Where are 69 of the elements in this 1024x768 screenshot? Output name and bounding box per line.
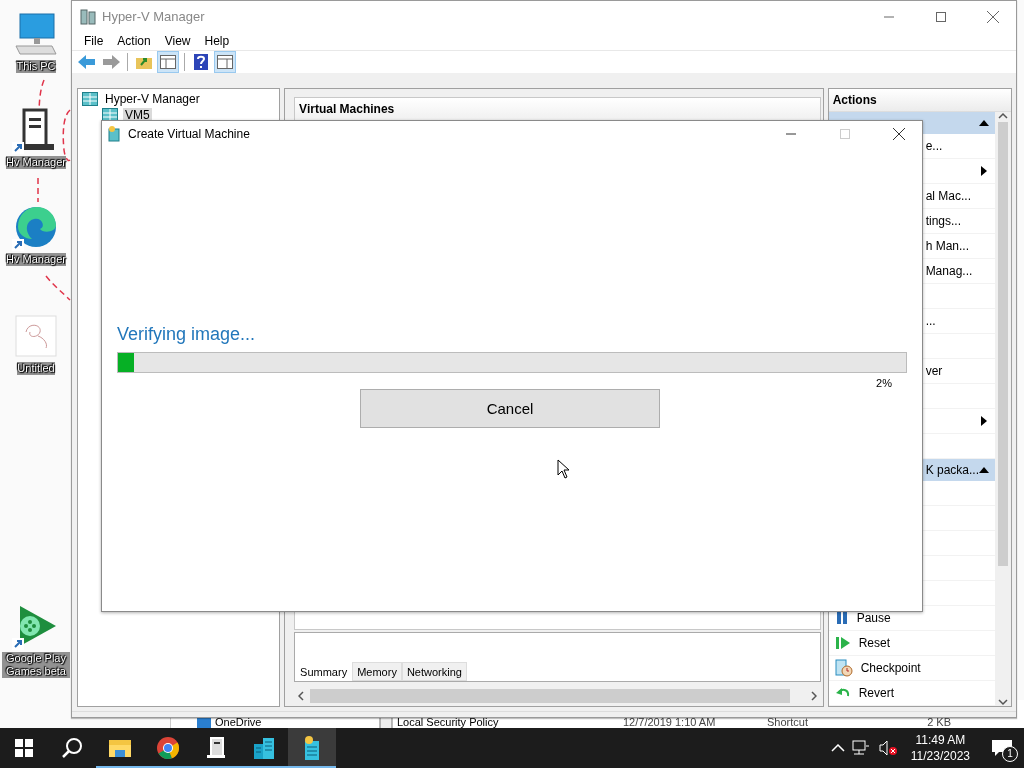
panel-icon — [160, 55, 176, 69]
network-icon[interactable] — [851, 740, 870, 756]
dashed-line — [36, 176, 40, 204]
buildings-icon — [252, 736, 276, 760]
chevron-up-icon[interactable] — [830, 744, 845, 752]
notification-button[interactable]: 1 — [980, 728, 1024, 768]
folder-icon — [108, 738, 132, 758]
server-icon — [204, 736, 228, 760]
dashed-line — [44, 274, 72, 302]
browser-icon — [156, 736, 180, 760]
reset-icon — [834, 636, 851, 650]
scroll-up-icon[interactable] — [998, 112, 1008, 120]
close-icon — [987, 10, 999, 23]
file-date: 12/7/2019 1:10 AM — [623, 717, 717, 728]
window-title: Hyper-V Manager — [102, 9, 206, 24]
panel-icon — [217, 55, 233, 69]
forward-arrow-icon — [102, 55, 120, 69]
menu-item[interactable]: View — [157, 32, 198, 50]
console-tree-button[interactable] — [157, 51, 179, 73]
shortcut-arrow-icon — [12, 239, 24, 251]
taskbar-app-button[interactable] — [288, 728, 336, 768]
tree-item[interactable]: Hyper-V Manager — [103, 92, 202, 106]
collapse-icon — [979, 467, 989, 473]
details-tab[interactable]: Memory — [352, 662, 402, 681]
file-name[interactable]: Local Security Policy — [397, 717, 619, 728]
action-pane-button[interactable] — [214, 51, 236, 73]
submenu-arrow-icon[interactable] — [981, 416, 987, 426]
pane-title: Virtual Machines — [294, 97, 821, 121]
pane-command[interactable]: Checkpoint — [860, 661, 921, 675]
pane-command[interactable]: Pause — [856, 611, 891, 625]
submenu-arrow-icon[interactable] — [981, 166, 987, 176]
pause-icon — [834, 611, 849, 625]
chevron-left-icon — [298, 691, 305, 701]
scrollbar-thumb[interactable] — [310, 689, 790, 703]
file-type: Shortcut — [767, 717, 809, 728]
windows-logo-icon — [15, 739, 33, 757]
app-icon — [108, 126, 120, 142]
cancel-button[interactable]: Cancel — [360, 389, 660, 428]
pane-command[interactable]: Revert — [858, 686, 894, 700]
shortcut-arrow-icon — [12, 142, 24, 154]
scrollbar-thumb[interactable] — [998, 122, 1008, 566]
close-icon — [893, 128, 905, 140]
menu-item[interactable]: File — [77, 32, 111, 50]
collapse-icon — [979, 120, 989, 126]
app-icon — [80, 8, 96, 25]
menu-item[interactable]: Action — [110, 32, 158, 50]
nav-item[interactable]: OneDrive — [215, 717, 262, 728]
chevron-right-icon — [810, 691, 817, 701]
help-icon — [194, 54, 208, 70]
computer-icon — [12, 10, 60, 58]
maximize-icon — [840, 129, 850, 139]
scroll-down-icon[interactable] — [998, 698, 1008, 706]
checkpoint-icon — [834, 659, 853, 677]
pane-command[interactable]: Reset — [858, 636, 890, 650]
progress-percent: 2% — [876, 377, 892, 389]
sketch-icon — [12, 312, 60, 360]
clock[interactable]: 11:49 AM 11/23/2023 — [904, 732, 976, 764]
menu-item[interactable]: Help — [197, 32, 237, 50]
muted-speaker-icon[interactable] — [878, 740, 899, 756]
status-heading: Verifying image... — [117, 323, 257, 345]
dialog-title: Create Virtual Machine — [128, 127, 251, 141]
back-arrow-icon — [78, 55, 96, 69]
folder-up-icon — [136, 55, 152, 69]
file-size: 2 KB — [926, 717, 951, 728]
maximize-icon — [936, 11, 946, 22]
mouse-cursor-icon — [557, 459, 570, 479]
search-icon — [61, 737, 83, 759]
shortcut-arrow-icon — [12, 638, 24, 650]
details-tab[interactable]: Networking — [401, 662, 467, 681]
